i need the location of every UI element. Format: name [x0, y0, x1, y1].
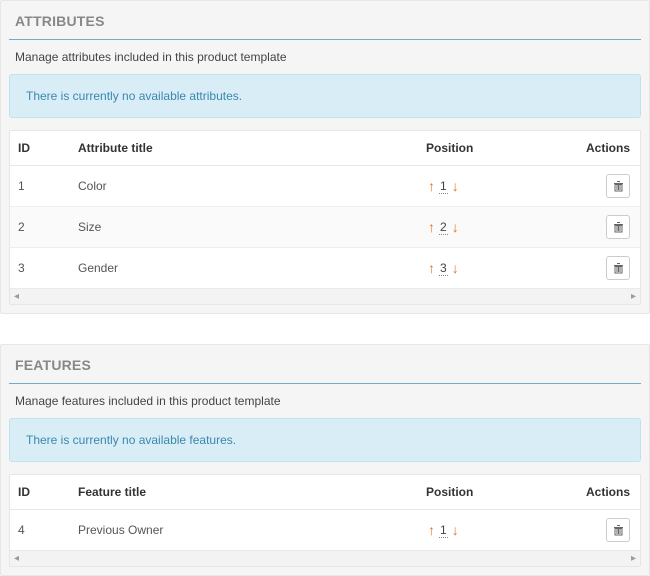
trash-icon — [613, 180, 624, 192]
divider — [9, 383, 641, 384]
cell-title: Size — [70, 207, 418, 248]
col-header-id: ID — [10, 475, 70, 510]
cell-title: Previous Owner — [70, 510, 418, 551]
cell-title: Gender — [70, 248, 418, 289]
position-value[interactable]: 1 — [439, 523, 448, 538]
attributes-info-alert: There is currently no available attribut… — [9, 74, 641, 118]
features-subtitle: Manage features included in this product… — [9, 394, 641, 418]
cell-title: Color — [70, 166, 418, 207]
attributes-table: ID Attribute title Position Actions 1 Co… — [10, 131, 640, 288]
features-body: Manage features included in this product… — [1, 394, 649, 575]
table-row: 2 Size ↑2↓ — [10, 207, 640, 248]
arrow-down-icon[interactable]: ↓ — [450, 220, 461, 234]
divider — [9, 39, 641, 40]
arrow-up-icon[interactable]: ↑ — [426, 220, 437, 234]
cell-actions — [568, 510, 640, 551]
features-panel: FEATURES Manage features included in thi… — [0, 344, 650, 576]
cell-position: ↑2↓ — [418, 207, 568, 248]
features-table: ID Feature title Position Actions 4 Prev… — [10, 475, 640, 550]
attributes-title: ATTRIBUTES — [1, 1, 649, 39]
cell-id: 3 — [10, 248, 70, 289]
scroll-right-icon[interactable]: ▸ — [631, 554, 636, 564]
position-value[interactable]: 2 — [439, 220, 448, 235]
col-header-position: Position — [418, 475, 568, 510]
col-header-position: Position — [418, 131, 568, 166]
cell-position: ↑1↓ — [418, 166, 568, 207]
table-row: 1 Color ↑1↓ — [10, 166, 640, 207]
arrow-up-icon[interactable]: ↑ — [426, 523, 437, 537]
cell-position: ↑3↓ — [418, 248, 568, 289]
delete-button[interactable] — [606, 174, 630, 198]
arrow-up-icon[interactable]: ↑ — [426, 261, 437, 275]
trash-icon — [613, 221, 624, 233]
col-header-title: Attribute title — [70, 131, 418, 166]
scroll-left-icon[interactable]: ◂ — [14, 554, 19, 564]
col-header-actions: Actions — [568, 131, 640, 166]
horizontal-scrollbar[interactable]: ◂ ▸ — [10, 550, 640, 566]
col-header-title: Feature title — [70, 475, 418, 510]
col-header-actions: Actions — [568, 475, 640, 510]
cell-id: 1 — [10, 166, 70, 207]
table-row: 3 Gender ↑3↓ — [10, 248, 640, 289]
cell-id: 4 — [10, 510, 70, 551]
delete-button[interactable] — [606, 256, 630, 280]
trash-icon — [613, 262, 624, 274]
features-info-alert: There is currently no available features… — [9, 418, 641, 462]
arrow-up-icon[interactable]: ↑ — [426, 179, 437, 193]
features-title: FEATURES — [1, 345, 649, 383]
cell-actions — [568, 166, 640, 207]
features-table-wrap: ID Feature title Position Actions 4 Prev… — [9, 474, 641, 567]
attributes-panel: ATTRIBUTES Manage attributes included in… — [0, 0, 650, 314]
table-row: 4 Previous Owner ↑1↓ — [10, 510, 640, 551]
cell-actions — [568, 248, 640, 289]
cell-position: ↑1↓ — [418, 510, 568, 551]
cell-id: 2 — [10, 207, 70, 248]
attributes-body: Manage attributes included in this produ… — [1, 50, 649, 313]
attributes-subtitle: Manage attributes included in this produ… — [9, 50, 641, 74]
attributes-table-wrap: ID Attribute title Position Actions 1 Co… — [9, 130, 641, 305]
delete-button[interactable] — [606, 518, 630, 542]
position-value[interactable]: 3 — [439, 261, 448, 276]
arrow-down-icon[interactable]: ↓ — [450, 523, 461, 537]
arrow-down-icon[interactable]: ↓ — [450, 179, 461, 193]
scroll-left-icon[interactable]: ◂ — [14, 292, 19, 302]
arrow-down-icon[interactable]: ↓ — [450, 261, 461, 275]
delete-button[interactable] — [606, 215, 630, 239]
horizontal-scrollbar[interactable]: ◂ ▸ — [10, 288, 640, 304]
scroll-right-icon[interactable]: ▸ — [631, 292, 636, 302]
position-value[interactable]: 1 — [439, 179, 448, 194]
col-header-id: ID — [10, 131, 70, 166]
trash-icon — [613, 524, 624, 536]
cell-actions — [568, 207, 640, 248]
